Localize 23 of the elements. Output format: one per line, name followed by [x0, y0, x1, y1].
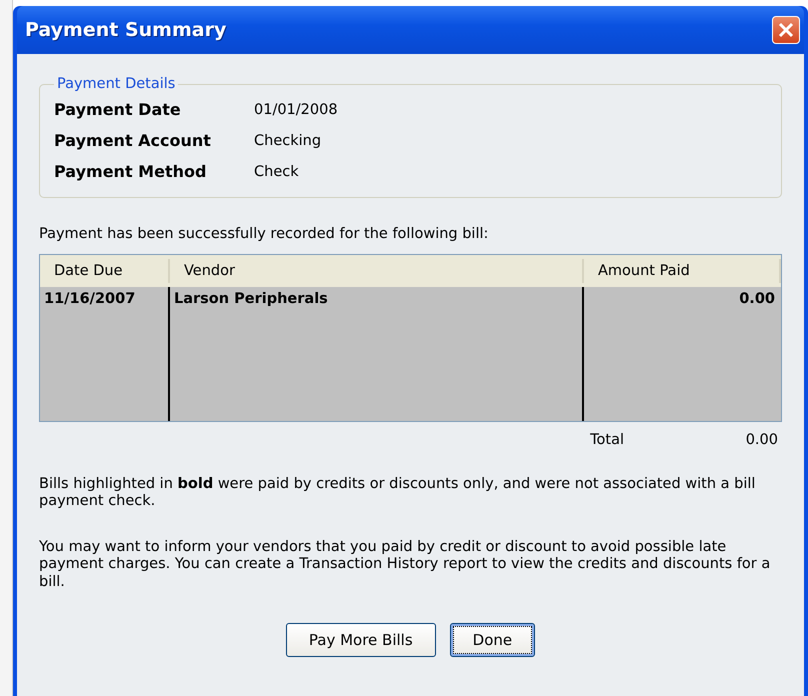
window-title: Payment Summary [25, 19, 226, 41]
done-button[interactable]: Done [450, 622, 536, 657]
field-label: Payment Date [54, 100, 182, 119]
pay-more-bills-button[interactable]: Pay More Bills [286, 622, 436, 657]
info-paragraph: Bills highlighted in bold were paid by credits or discounts only, and were not associated with a bill payment check. [39, 476, 756, 511]
column-header[interactable]: Date Due [40, 259, 170, 283]
status-message: Payment has been successfully recorded for the following bill: [39, 226, 490, 242]
info-paragraph: You may want to inform your vendors that you paid by credit or discount to avoid possible late payment charges. You can create a Transaction History report to view the credits and discounts for a bill. [39, 538, 772, 591]
table-cell-text: 0.00 [738, 290, 776, 309]
field-label: Payment Account [54, 131, 212, 150]
table-cell: 11/16/2007 [40, 287, 170, 421]
field-value: Checking [254, 132, 322, 148]
close-icon [777, 21, 795, 39]
field-value: 01/01/2008 [254, 102, 339, 118]
column-header[interactable]: Amount Paid [584, 259, 781, 283]
group-legend: Payment Details [54, 76, 178, 92]
field-label: Payment Method [54, 162, 208, 181]
table-cell: Larson Peripherals [170, 287, 584, 421]
total-value: 0.00 [744, 432, 778, 448]
total-label: Total [589, 432, 625, 448]
column-header[interactable]: Vendor [170, 259, 584, 283]
close-button[interactable] [772, 16, 800, 44]
field-value: Check [254, 164, 300, 180]
